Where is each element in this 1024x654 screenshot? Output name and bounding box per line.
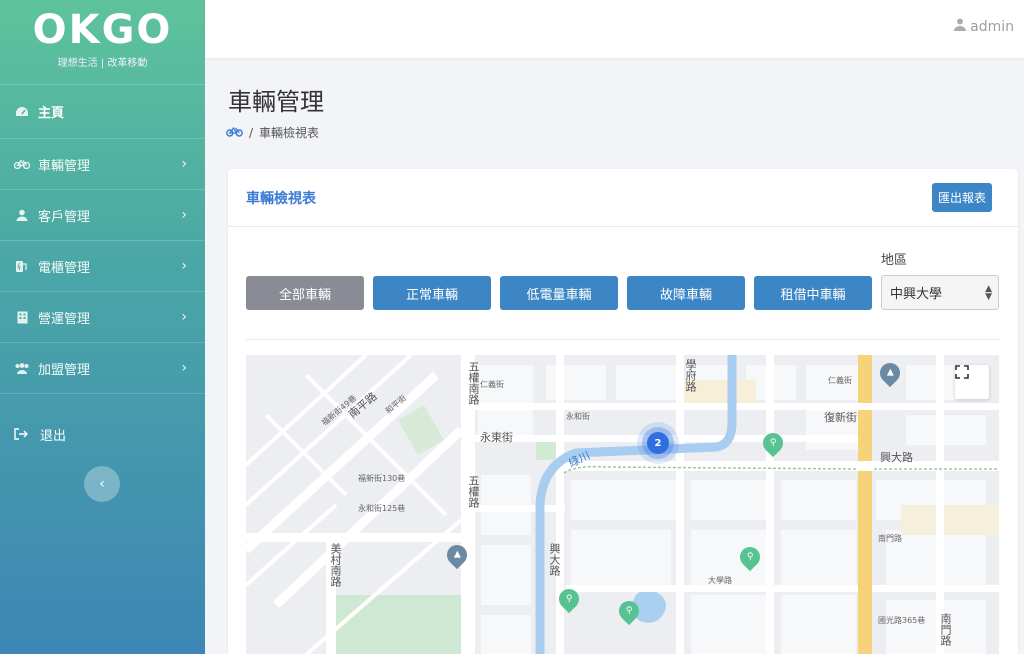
logo-text: OKGO [32,7,173,53]
logo-tagline: 理想生活 | 改革移動 [57,58,148,69]
map-label-street: 五權南路 [467,361,480,405]
map-label-lane: 福新街130巷 [358,474,406,483]
map-label-street: 南門路 [939,613,952,646]
brand-logo[interactable]: OKGO 理想生活 | 改革移動 [0,0,205,84]
map-label-street: 復新街 [824,411,857,424]
vehicle-filter-group: 全部車輛 正常車輛 低電量車輛 故障車輛 租借中車輛 [246,276,872,310]
breadcrumb-current: 車輛檢視表 [259,126,320,140]
map-label-street: 興大路 [880,451,913,464]
sidebar-item-label: 客戶管理 [38,209,91,225]
sidebar-item-home[interactable]: 主頁 [0,85,205,139]
filter-low-battery-vehicles[interactable]: 低電量車輛 [500,276,618,310]
map-label-street: 五權路 [467,475,480,508]
users-icon [14,362,30,374]
logout-link[interactable]: 退出 [0,394,205,474]
chevron-left-icon: ‹ [99,476,105,492]
page-title: 車輛管理 [228,88,324,116]
map-label-lane: 永和街125巷 [358,504,406,513]
sidebar-nav: 主頁 車輛管理 › 客戶管理 › 電櫃管理 › 營運管理 › 加盟管理 › [0,84,205,394]
region-select-value: 中興大學 [890,287,943,302]
select-arrows-icon: ▲ ▼ [985,283,992,302]
sidebar-item-label: 電櫃管理 [38,260,91,276]
sidebar: OKGO 理想生活 | 改革移動 主頁 車輛管理 › 客戶管理 › 電櫃管理 ›… [0,0,205,654]
map-label-lane: 國光路365巷 [878,616,926,625]
region-select[interactable]: 中興大學 ▲ ▼ [881,275,999,310]
sign-out-icon [14,428,30,440]
user-icon [954,18,967,35]
card-header: 車輛檢視表 匯出報表 [228,169,1018,227]
map-label-street: 學府路 [684,359,697,392]
bicycle-icon [14,159,30,169]
breadcrumb-separator: / [249,125,254,140]
chevron-right-icon: › [181,156,187,172]
breadcrumb: / 車輛檢視表 [226,124,319,141]
card-title: 車輛檢視表 [246,190,316,207]
vehicle-cluster-marker[interactable]: 2 [647,432,669,454]
divider [246,339,1000,340]
map-label-street: 永東街 [480,431,513,444]
sidebar-item-vehicles[interactable]: 車輛管理 › [0,139,205,190]
sidebar-item-battery-cabinets[interactable]: 電櫃管理 › [0,241,205,292]
sidebar-item-label: 營運管理 [38,311,91,327]
region-label: 地區 [881,253,908,268]
map-label-street: 興大路 [548,543,561,576]
user-icon [14,209,30,221]
user-name: admin [970,18,1014,35]
filter-faulty-vehicles[interactable]: 故障車輛 [627,276,745,310]
sidebar-item-label: 加盟管理 [38,362,91,378]
bicycle-icon[interactable] [226,126,243,140]
sidebar-item-label: 車輛管理 [38,158,91,174]
map-label-street: 美村南路 [329,543,342,587]
chevron-right-icon: › [181,360,187,376]
top-bar: admin [205,0,1024,58]
building-icon [14,311,30,324]
export-report-button[interactable]: 匯出報表 [931,183,992,212]
chevron-right-icon: › [181,309,187,325]
map-label-street: 仁義街 [480,380,504,389]
filter-all-vehicles[interactable]: 全部車輛 [246,276,364,310]
sidebar-item-label: 主頁 [38,106,65,121]
vehicle-map[interactable]: 永東街 復新街 興大路 綠川 南平路 五權南路 五權路 興大路 美村南路 學府路… [246,355,999,654]
charging-station-icon [14,260,30,273]
chevron-right-icon: › [181,207,187,223]
vehicle-view-card: 車輛檢視表 匯出報表 地區 全部車輛 正常車輛 低電量車輛 故障車輛 租借中車輛… [228,169,1018,654]
map-label-street: 南門路 [878,534,902,543]
map-label-street: 永和街 [566,412,590,421]
fullscreen-icon[interactable] [955,365,989,399]
filter-normal-vehicles[interactable]: 正常車輛 [373,276,491,310]
sidebar-item-franchise[interactable]: 加盟管理 › [0,343,205,394]
map-label-street: 大學路 [708,576,732,585]
user-menu[interactable]: admin [954,18,1014,35]
sidebar-collapse-button[interactable]: ‹ [84,466,120,502]
map-label-street: 仁義街 [828,376,852,385]
filter-rented-vehicles[interactable]: 租借中車輛 [754,276,872,310]
sidebar-item-operations[interactable]: 營運管理 › [0,292,205,343]
chevron-right-icon: › [181,258,187,274]
sidebar-item-customers[interactable]: 客戶管理 › [0,190,205,241]
dashboard-icon [14,106,30,118]
logout-label: 退出 [40,428,67,444]
